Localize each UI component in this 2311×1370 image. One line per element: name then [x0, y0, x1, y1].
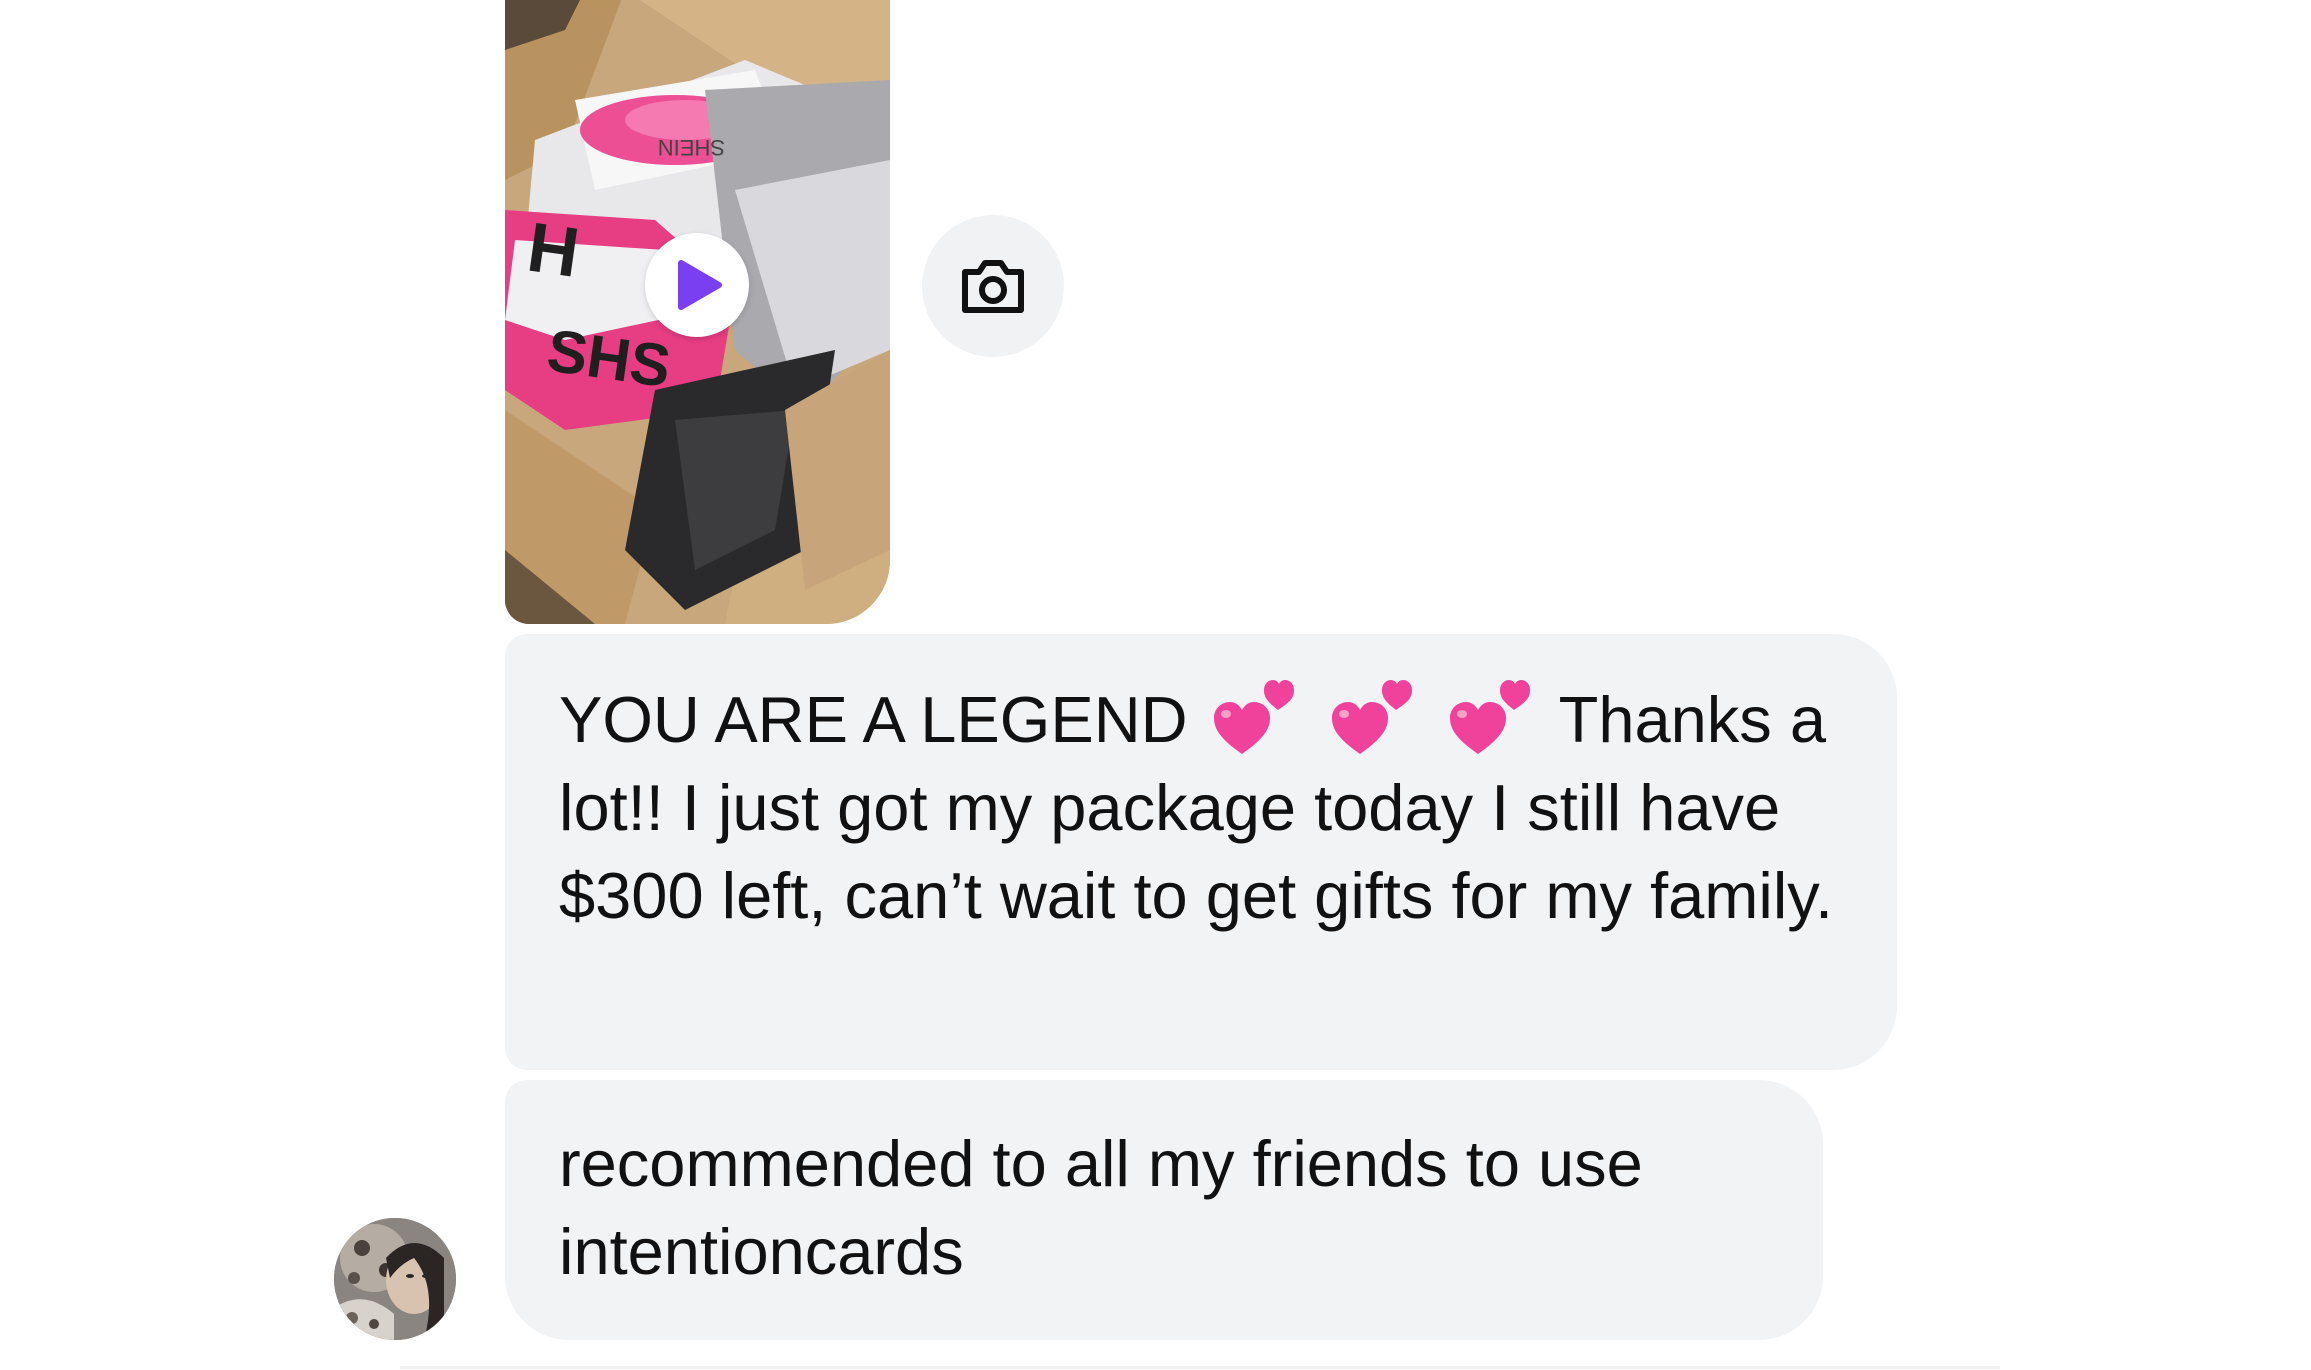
camera-icon [962, 260, 1024, 313]
message-text: recommended to all my friends to use int… [559, 1127, 1643, 1288]
message-bubble[interactable]: recommended to all my friends to use int… [505, 1080, 1823, 1340]
play-icon [678, 260, 722, 310]
message-text: YOU ARE A LEGEND [559, 683, 1188, 756]
divider [400, 1366, 2000, 1369]
svg-text:H: H [523, 208, 584, 292]
chat-screen: H SHS SHEIN YOU ARE A LEGEND Thanks a lo… [0, 0, 2311, 1370]
two-hearts-emoji [1212, 674, 1300, 756]
two-hearts-emoji [1448, 674, 1536, 756]
avatar-image [334, 1218, 456, 1340]
camera-button[interactable] [922, 215, 1064, 357]
play-button[interactable] [645, 233, 749, 337]
avatar[interactable] [334, 1218, 456, 1340]
message-bubble[interactable]: YOU ARE A LEGEND Thanks a lot!! I just g… [505, 634, 1897, 1070]
two-hearts-emoji [1330, 674, 1418, 756]
svg-text:SHEIN: SHEIN [658, 135, 725, 160]
